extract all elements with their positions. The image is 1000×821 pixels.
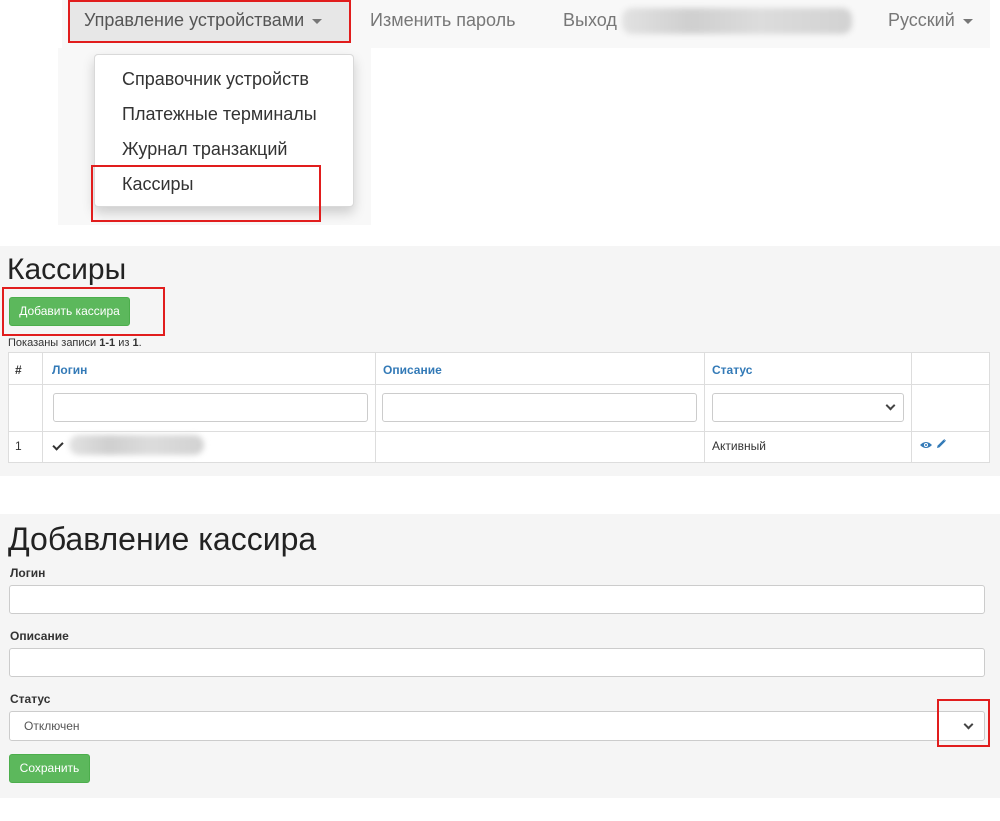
column-divider: [911, 353, 912, 462]
column-header-num: #: [15, 363, 22, 377]
nav-change-password[interactable]: Изменить пароль: [370, 0, 515, 42]
save-button[interactable]: Сохранить: [9, 754, 90, 783]
chevron-down-icon: [885, 400, 896, 411]
nav-device-management[interactable]: Управление устройствами: [68, 0, 350, 42]
column-divider: [375, 353, 376, 462]
nav-logout[interactable]: Выход: [563, 0, 617, 42]
chevron-down-icon: [963, 719, 974, 730]
user-email-redacted: [622, 8, 852, 34]
column-header-login[interactable]: Логин: [52, 363, 87, 377]
login-field[interactable]: [9, 585, 985, 614]
row-status: Активный: [712, 439, 766, 453]
column-divider: [42, 353, 43, 462]
status-select[interactable]: [9, 711, 985, 741]
edit-pencil-icon[interactable]: [935, 438, 947, 450]
add-cashier-button[interactable]: Добавить кассира: [9, 297, 130, 326]
description-field[interactable]: [9, 648, 985, 677]
menu-item-payment-terminals[interactable]: Платежные терминалы: [122, 100, 317, 128]
summary-middle: из: [115, 337, 133, 349]
nav-device-management-label: Управление устройствами: [84, 10, 305, 30]
status-filter-select[interactable]: [712, 393, 904, 422]
status-select-value: Отключен: [24, 719, 80, 733]
cashiers-table: # Логин Описание Статус 1 Активный: [8, 352, 990, 463]
caret-down-icon: [312, 18, 323, 24]
login-filter-input[interactable]: [53, 393, 368, 422]
description-label: Описание: [10, 629, 69, 643]
row-divider: [9, 431, 989, 432]
summary-prefix: Показаны записи: [8, 337, 100, 349]
nav-language-label: Русский: [888, 10, 955, 30]
summary-range: 1-1: [99, 337, 116, 349]
column-divider: [704, 353, 705, 462]
menu-item-device-catalog[interactable]: Справочник устройств: [122, 65, 309, 93]
description-filter-input[interactable]: [382, 393, 697, 422]
navbar: Управление устройствами Изменить пароль …: [62, 0, 990, 48]
status-label: Статус: [10, 692, 51, 706]
records-summary: Показаны записи 1-1 из 1.: [8, 337, 142, 349]
menu-item-cashiers[interactable]: Кассиры: [122, 170, 194, 198]
page-title: Кассиры: [7, 253, 127, 286]
row-login-redacted: [69, 435, 204, 455]
caret-down-icon: [962, 18, 973, 24]
nav-language[interactable]: Русский: [888, 0, 973, 42]
menu-item-transaction-log[interactable]: Журнал транзакций: [122, 135, 287, 163]
form-title: Добавление кассира: [8, 521, 317, 557]
column-header-description[interactable]: Описание: [383, 363, 442, 377]
check-icon: [52, 439, 64, 451]
login-label: Логин: [10, 566, 46, 580]
summary-suffix: .: [138, 337, 142, 349]
row-divider: [9, 384, 989, 385]
device-management-menu: Справочник устройств Платежные терминалы…: [94, 54, 354, 207]
view-eye-icon[interactable]: [919, 440, 933, 450]
row-num: 1: [15, 439, 22, 453]
column-header-status[interactable]: Статус: [712, 363, 752, 377]
